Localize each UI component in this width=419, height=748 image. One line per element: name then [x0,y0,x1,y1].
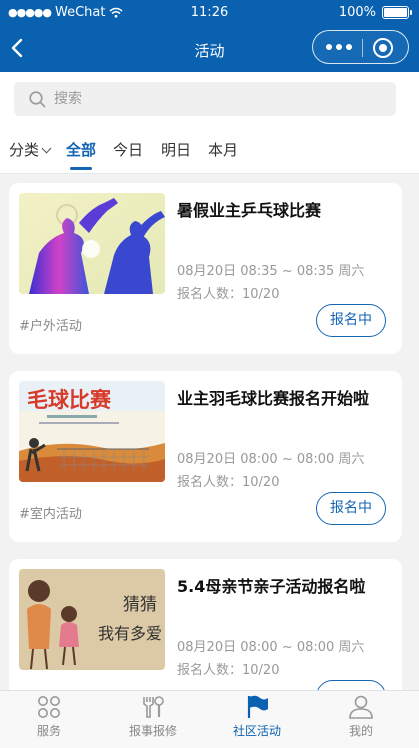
status-bar: ●●●●● WeChat 11:26 100% [0,0,419,24]
tabbar-item-mine[interactable]: 我的 [321,695,401,739]
miniprogram-capsule [312,30,409,64]
nav-bar: 活动 [0,26,419,70]
tabbar-label: 报事报修 [128,724,177,738]
close-miniprogram-icon[interactable] [373,38,393,58]
search-box[interactable] [14,82,396,116]
tab-today[interactable]: 今日 [113,139,143,160]
tab-tomorrow[interactable]: 明日 [161,139,191,160]
search-section [0,72,419,128]
tabbar-label: 社区活动 [232,724,281,738]
activity-card[interactable]: 暑假业主乒乓球比赛 08月20日 08:35 ~ 08:35 周六 报名人数：1… [9,183,402,354]
tabbar-label: 我的 [348,724,373,738]
activity-title: 5.4母亲节亲子活动报名啦 [177,577,366,596]
active-tab-indicator [70,167,92,170]
tab-all[interactable]: 全部 [66,139,96,160]
category-label: 分类 [9,141,40,159]
activity-time: 08月20日 08:35 ~ 08:35 周六 [177,264,365,279]
capsule-divider [362,39,363,57]
activity-time: 08月20日 08:00 ~ 08:00 周六 [177,640,365,655]
tabbar-item-repair[interactable]: 报事报修 [113,695,193,739]
top-bar: ●●●●● WeChat 11:26 100% 活动 [0,0,419,72]
activity-time: 08月20日 08:00 ~ 08:00 周六 [177,452,365,467]
tools-icon [143,696,164,718]
chevron-down-icon [41,143,52,154]
signup-button[interactable]: 报名中 [316,304,386,337]
search-icon [29,91,46,108]
signup-count: 报名人数：10/20 [177,287,280,302]
table-tennis-image [19,193,165,294]
flag-icon [247,695,268,718]
tab-this-month[interactable]: 本月 [208,139,238,160]
activity-title: 业主羽毛球比赛报名开始啦 [177,389,370,408]
image-text-line2: 我有多爱 [98,624,162,643]
more-options-icon[interactable] [326,44,352,50]
bottom-tab-bar: 服务 报事报修 社区活动 我的 [0,690,419,748]
search-input[interactable] [54,82,384,116]
badminton-poster-text: 毛球比赛 [27,388,112,412]
signup-button[interactable]: 报名中 [316,492,386,525]
tabbar-label: 服务 [36,724,61,738]
mother-child-image: 猜猜 我有多爱 [19,569,165,670]
status-right: 100% [338,5,412,20]
filter-tabs: 分类 全部 今日 明日 本月 [0,128,419,174]
signup-count: 报名人数：10/20 [177,663,280,678]
tabbar-item-community[interactable]: 社区活动 [217,695,297,739]
activity-tag: #室内活动 [19,507,82,522]
grid-icon [38,696,60,718]
signup-count: 报名人数：10/20 [177,475,280,490]
user-icon [349,695,373,719]
activity-card[interactable]: 毛球比赛 业主羽毛球比赛报名开始啦 08月20日 08:00 ~ 08:00 周… [9,371,402,542]
badminton-image: 毛球比赛 [19,381,165,482]
category-dropdown[interactable]: 分类 [9,139,52,160]
activity-title: 暑假业主乒乓球比赛 [177,201,322,220]
battery-percent: 100% [338,5,376,20]
image-text-line1: 猜猜 [123,595,157,615]
tabbar-item-service[interactable]: 服务 [9,695,89,739]
battery-icon [382,6,412,19]
activity-tag: #户外活动 [19,319,82,334]
